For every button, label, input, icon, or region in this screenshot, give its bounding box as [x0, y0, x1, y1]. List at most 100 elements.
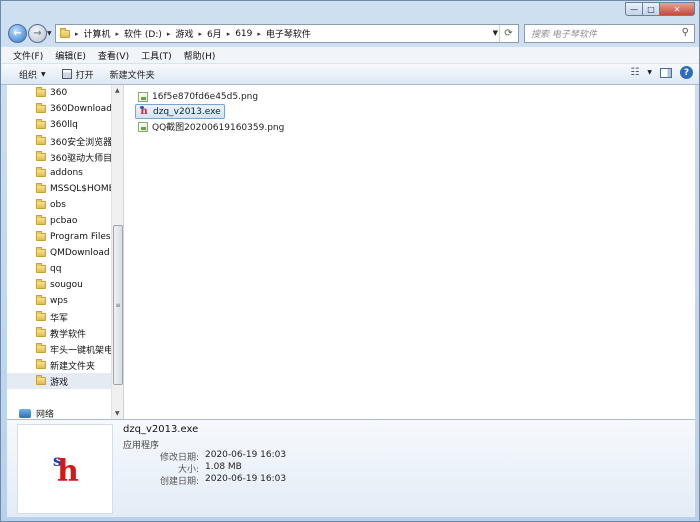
file-list: 16f5e870fd6e45d5.png h dzq_v2013.exe QQ截图20… [124, 85, 695, 419]
sidebar-item[interactable]: 360 [7, 85, 111, 101]
sidebar-item-network[interactable]: 网络 [19, 407, 54, 419]
sidebar-item-label: 360驱动大师目录 [50, 153, 111, 164]
sidebar-item[interactable]: obs [7, 197, 111, 213]
image-file-icon [138, 91, 148, 102]
refresh-icon[interactable]: ⟳ [499, 25, 517, 42]
sidebar-item[interactable]: MSSQL$HOME [7, 181, 111, 197]
sidebar-item[interactable]: pcbao [7, 213, 111, 229]
image-file-icon [138, 121, 148, 132]
folder-icon [36, 151, 46, 161]
scroll-up-icon[interactable]: ▲ [115, 87, 120, 94]
title-bar: — □ ✕ [1, 1, 699, 19]
sidebar-item[interactable]: 360安全浏览器下 [7, 133, 111, 149]
sidebar-item-label: 牢头一键机架电脑 [50, 345, 111, 356]
folder-icon [36, 311, 46, 321]
sidebar-item[interactable]: sougou [7, 277, 111, 293]
breadcrumb-june[interactable]: 6月 [204, 25, 225, 42]
sidebar-item[interactable]: qq [7, 261, 111, 277]
breadcrumb-619[interactable]: 619 [232, 25, 255, 42]
back-button[interactable]: ← [8, 24, 27, 43]
folder-icon [36, 215, 46, 225]
sidebar-item[interactable]: QMDownload [7, 245, 111, 261]
sidebar-item[interactable]: Program Files ( [7, 229, 111, 245]
breadcrumb-separator[interactable]: ▸ [196, 30, 204, 38]
menu-bar: 文件(F) 编辑(E) 查看(V) 工具(T) 帮助(H) [1, 47, 699, 64]
breadcrumb-games[interactable]: 游戏 [172, 25, 196, 42]
address-row: ← → ▼ ▸ 计算机 ▸ 软件 (D:) ▸ 游戏 ▸ 6月 ▸ 619 ▸ 电子琴软件… [1, 19, 699, 47]
menu-view[interactable]: 查看(V) [92, 49, 135, 62]
search-placeholder: 搜索 电子琴软件 [531, 30, 597, 40]
details-created-row: 创建日期: 2020-06-19 16:03 [123, 474, 423, 487]
recent-pages-dropdown[interactable]: ▼ [47, 30, 52, 37]
file-item[interactable]: h dzq_v2013.exe [135, 104, 225, 119]
sidebar-item[interactable]: 华军 [7, 309, 111, 325]
sidebar-item[interactable]: 教学软件 [7, 325, 111, 341]
file-item[interactable]: QQ截图20200619160359.png [135, 119, 287, 134]
close-button[interactable]: ✕ [659, 2, 695, 16]
folder-icon [36, 87, 46, 97]
breadcrumb-separator[interactable]: ▸ [165, 30, 173, 38]
views-dropdown-icon[interactable]: ▼ [647, 69, 652, 76]
file-item[interactable]: 16f5e870fd6e45d5.png [135, 89, 261, 104]
menu-file[interactable]: 文件(F) [7, 49, 49, 62]
navigation-scrollbar[interactable]: ▲ ≡ ▼ [111, 85, 123, 419]
sidebar-item-label: 360 [50, 88, 68, 98]
organize-button[interactable]: 组织 ▼ [11, 65, 54, 84]
sidebar-item[interactable]: 牢头一键机架电脑 [7, 341, 111, 357]
sidebar-item[interactable]: 新建文件夹 [7, 357, 111, 373]
address-bar[interactable]: ▸ 计算机 ▸ 软件 (D:) ▸ 游戏 ▸ 6月 ▸ 619 ▸ 电子琴软件 ▼ ⟳ [55, 24, 519, 43]
menu-edit[interactable]: 编辑(E) [49, 49, 92, 62]
breadcrumb-separator[interactable]: ▸ [73, 30, 81, 38]
exe-file-icon: h [140, 106, 148, 117]
sidebar-item-label: 华军 [50, 313, 69, 324]
search-box[interactable]: 搜索 电子琴软件 ⚲ [524, 24, 695, 43]
sidebar-item[interactable]: addons [7, 165, 111, 181]
sidebar-item[interactable]: 360Downloads [7, 101, 111, 117]
scroll-down-icon[interactable]: ▼ [115, 410, 120, 417]
folder-icon [36, 231, 46, 241]
help-icon[interactable]: ? [680, 66, 693, 79]
breadcrumb-separator[interactable]: ▸ [114, 30, 122, 38]
address-dropdown-icon[interactable]: ▼ [493, 29, 498, 37]
minimize-button[interactable]: — [625, 2, 643, 16]
breadcrumb-keyboard-software[interactable]: 电子琴软件 [263, 25, 314, 42]
network-icon [19, 409, 31, 418]
exe-app-icon: sh [53, 451, 79, 489]
folder-icon [36, 119, 46, 129]
folder-icon [36, 135, 46, 145]
scrollbar-thumb[interactable]: ≡ [113, 225, 123, 385]
folder-icon [36, 247, 46, 257]
folder-icon [60, 27, 70, 38]
sidebar-item[interactable]: 360llq [7, 117, 111, 133]
sidebar-item-label: QMDownload [50, 248, 110, 258]
sidebar-item[interactable]: 游戏 [7, 373, 111, 389]
sidebar-item-label: 网络 [36, 410, 55, 419]
maximize-button[interactable]: □ [642, 2, 660, 16]
new-folder-button[interactable]: 新建文件夹 [102, 65, 163, 84]
forward-button[interactable]: → [28, 24, 47, 43]
sidebar-item-label: addons [50, 168, 83, 178]
menu-help[interactable]: 帮助(H) [178, 49, 222, 62]
breadcrumb-computer[interactable]: 计算机 [81, 25, 114, 42]
chevron-down-icon: ▼ [41, 70, 46, 78]
menu-tools[interactable]: 工具(T) [135, 49, 178, 62]
file-thumbnail: sh [17, 424, 113, 514]
open-label: 打开 [75, 70, 94, 81]
sidebar-item-label: wps [50, 296, 68, 306]
preview-pane-icon[interactable] [660, 67, 672, 78]
views-icon[interactable]: ☷ [630, 67, 639, 78]
sidebar-item-label: sougou [50, 280, 83, 290]
forward-arrow-icon: → [33, 28, 42, 39]
sidebar-item[interactable]: 360驱动大师目录 [7, 149, 111, 165]
breadcrumb-separator[interactable]: ▸ [225, 30, 233, 38]
sidebar-item-label: 新建文件夹 [50, 361, 96, 372]
sidebar-item-label: pcbao [50, 216, 78, 226]
open-button[interactable]: 打开 [54, 65, 102, 84]
file-name: QQ截图20200619160359.png [152, 123, 285, 133]
folder-icon [36, 327, 46, 337]
breadcrumb-drive-d[interactable]: 软件 (D:) [121, 25, 165, 42]
search-icon[interactable]: ⚲ [682, 27, 689, 38]
sidebar-item[interactable]: wps [7, 293, 111, 309]
breadcrumb-separator[interactable]: ▸ [255, 30, 263, 38]
folder-icon [36, 199, 46, 209]
